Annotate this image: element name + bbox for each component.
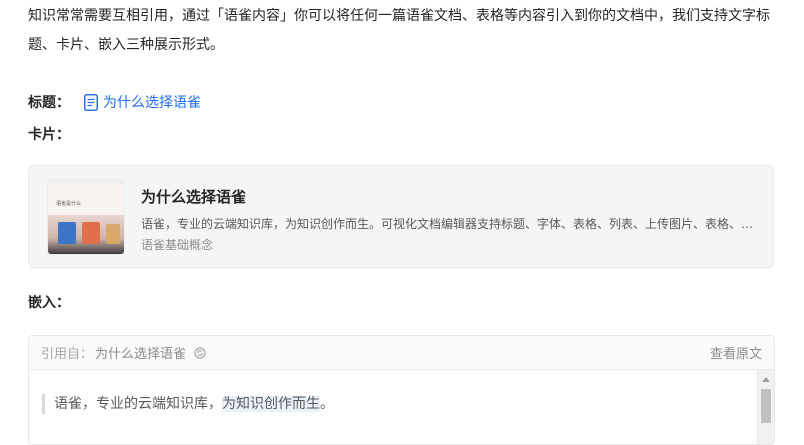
embed-scrollbar[interactable] [757,370,774,444]
title-style-label: 标题： [28,95,70,111]
doc-card[interactable]: 语雀是什么 为什么选择语雀 语雀，专业的云端知识库，为知识创作而生。可视化文档编… [28,165,774,268]
card-style-label: 卡片： [28,127,70,143]
doc-icon [84,93,98,111]
card-description: 语雀，专业的云端知识库，为知识创作而生。可视化文档编辑器支持标题、字体、表格、列… [141,217,754,231]
title-style-row: 标题： 为什么选择语雀 [28,90,201,114]
sync-icon[interactable] [194,346,206,359]
embed-quote: 语雀，专业的云端知识库，为知识创作而生。 [42,394,334,414]
thumbnail-text: 语雀是什么 [56,201,82,207]
embed-block: 引用自： 为什么选择语雀 查看原文 语雀，专业的云端知识库，为知识创作而生。 [28,335,775,445]
card-thumbnail: 语雀是什么 [47,179,125,255]
title-link[interactable]: 为什么选择语雀 [103,92,201,112]
quote-text: 语雀，专业的云端知识库， [54,396,222,412]
card-title[interactable]: 为什么选择语雀 [141,186,246,207]
embed-source: 引用自： 为什么选择语雀 [41,343,206,362]
card-meta: 语雀基础概念 [141,238,214,252]
chevron-up-icon[interactable] [762,377,770,382]
embed-content: 语雀，专业的云端知识库，为知识创作而生。 [29,370,756,444]
embed-from-prefix: 引用自： [41,347,94,362]
quote-end: 。 [320,396,334,412]
intro-paragraph: 知识常常需要互相引用，通过「语雀内容」你可以将任何一篇语雀文档、表格等内容引入到… [28,8,770,53]
quote-highlight: 为知识创作而生 [222,396,320,412]
view-source-link[interactable]: 查看原文 [710,343,762,362]
embed-doc-name[interactable]: 为什么选择语雀 [95,343,186,362]
embed-style-label: 嵌入： [28,295,70,311]
scrollbar-thumb[interactable] [761,389,771,423]
embed-header: 引用自： 为什么选择语雀 查看原文 [29,336,774,370]
